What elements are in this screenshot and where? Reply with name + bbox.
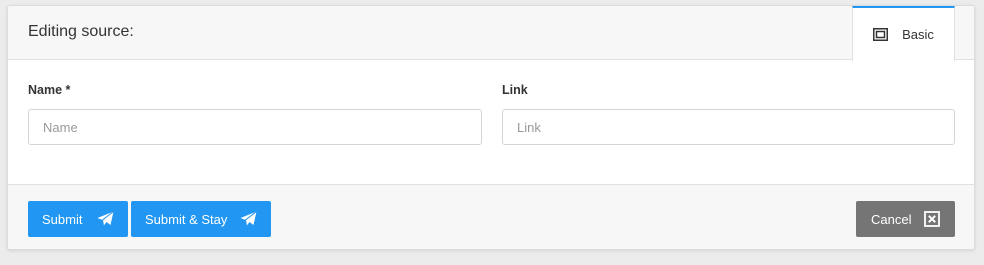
link-input[interactable] <box>502 109 955 145</box>
paper-plane-icon <box>240 211 257 227</box>
name-field-group: Name * <box>28 82 482 145</box>
card-footer: Submit Submit & Stay Cancel <box>8 184 974 249</box>
close-box-icon <box>924 211 941 227</box>
submit-and-stay-button-label: Submit & Stay <box>145 211 228 227</box>
submit-button-label: Submit <box>42 211 83 227</box>
name-label: Name * <box>28 83 71 97</box>
link-field-group: Link <box>502 82 955 145</box>
name-input[interactable] <box>28 109 482 145</box>
tab-basic[interactable]: Basic <box>852 6 955 61</box>
card-header: Editing source: Basic <box>8 6 974 61</box>
cancel-button[interactable]: Cancel <box>856 201 955 237</box>
link-label: Link <box>502 83 528 97</box>
submit-and-stay-button[interactable]: Submit & Stay <box>131 201 271 237</box>
submit-button[interactable]: Submit <box>28 201 128 237</box>
expand-icon <box>873 28 889 41</box>
paper-plane-icon <box>97 211 114 227</box>
cancel-button-label: Cancel <box>871 211 912 227</box>
edit-source-card: Editing source: Basic Name * Link Submit <box>7 5 975 250</box>
tab-basic-label: Basic <box>902 27 934 42</box>
page-title: Editing source: <box>28 23 134 40</box>
